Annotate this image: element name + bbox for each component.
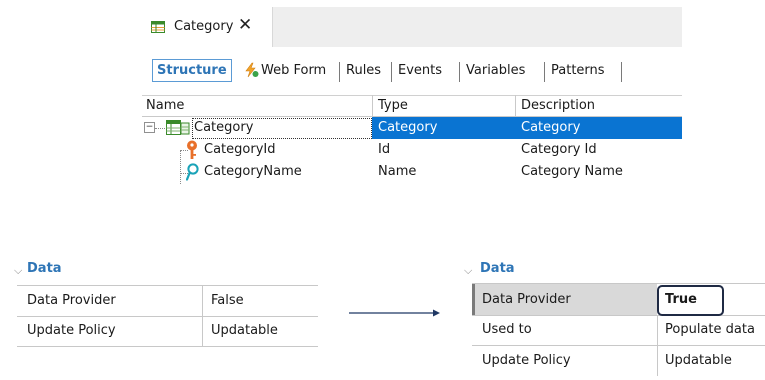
property-name: Update Policy	[27, 323, 116, 338]
column-header-description[interactable]: Description	[521, 98, 595, 113]
document-tab-category[interactable]: Category ✕	[142, 7, 273, 47]
table-row[interactable]: CategoryId Id Category Id	[142, 139, 682, 161]
collapse-icon[interactable]: −	[144, 122, 155, 133]
webform-icon	[245, 62, 259, 78]
tab-structure[interactable]: Structure	[152, 59, 232, 82]
cell-type[interactable]: Category	[378, 120, 437, 135]
property-name: Used to	[482, 322, 532, 337]
level-icon	[166, 120, 190, 135]
property-name: Data Provider	[27, 293, 116, 308]
property-value[interactable]: Updatable	[665, 353, 732, 368]
document-tabbar: Category ✕	[142, 7, 682, 47]
transaction-editor: Category ✕ Structure Web Form Rules Even…	[142, 7, 682, 207]
property-grid-after: Data Provider True Used to Populate data…	[472, 283, 765, 380]
document-tab-label: Category	[174, 19, 234, 34]
property-divider	[657, 315, 658, 345]
descriptor-attribute-icon	[186, 163, 199, 181]
tab-separator	[339, 62, 340, 82]
property-value[interactable]: True	[665, 292, 697, 307]
property-grid-before: Data Provider False Update Policy Updata…	[17, 285, 318, 347]
cell-type[interactable]: Name	[378, 164, 416, 179]
chevron-down-icon[interactable]: ⌵	[464, 264, 472, 278]
cell-name[interactable]: CategoryName	[204, 164, 302, 179]
tab-patterns[interactable]: Patterns	[551, 63, 605, 78]
editor-subtabs: Structure Web Form Rules Events Variable…	[142, 47, 682, 96]
column-divider[interactable]	[515, 95, 516, 116]
tab-variables[interactable]: Variables	[466, 63, 525, 78]
tab-separator	[621, 62, 622, 82]
property-divider	[202, 316, 203, 346]
section-title-data[interactable]: Data	[27, 261, 62, 276]
tab-web-form[interactable]: Web Form	[261, 63, 326, 78]
primary-key-icon	[187, 140, 197, 159]
table-row[interactable]: − Category Category Category	[142, 117, 682, 139]
cell-name[interactable]: Category	[194, 120, 253, 135]
transaction-table-icon	[151, 21, 165, 33]
arrow-right-icon	[349, 309, 440, 317]
cell-type[interactable]: Id	[378, 142, 390, 157]
tab-rules[interactable]: Rules	[346, 63, 381, 78]
table-row[interactable]: CategoryName Name Category Name	[142, 161, 682, 183]
tab-separator	[459, 62, 460, 82]
property-value[interactable]: Populate data	[665, 322, 755, 337]
tree-connector	[155, 128, 165, 129]
property-row[interactable]: Data Provider True	[472, 283, 765, 316]
property-value[interactable]: Updatable	[211, 323, 278, 338]
column-header-type[interactable]: Type	[378, 98, 408, 113]
cell-name[interactable]: CategoryId	[204, 142, 275, 157]
cell-description[interactable]: Category Id	[521, 142, 597, 157]
column-divider[interactable]	[372, 95, 373, 116]
property-row[interactable]: Used to Populate data	[472, 315, 765, 346]
cell-description[interactable]: Category	[521, 120, 580, 135]
column-header-name[interactable]: Name	[146, 98, 184, 113]
close-icon[interactable]: ✕	[238, 15, 252, 35]
property-divider	[202, 286, 203, 316]
property-value[interactable]: False	[211, 293, 244, 308]
chevron-down-icon[interactable]: ⌵	[14, 264, 22, 278]
property-name: Data Provider	[482, 292, 571, 307]
grid-header: Name Type Description	[142, 95, 682, 117]
property-row[interactable]: Data Provider False	[17, 285, 318, 317]
property-row[interactable]: Update Policy Updatable	[17, 316, 318, 347]
tab-separator	[544, 62, 545, 82]
property-divider	[657, 346, 658, 376]
property-name: Update Policy	[482, 353, 571, 368]
tab-events[interactable]: Events	[398, 63, 442, 78]
property-row[interactable]: Update Policy Updatable	[472, 346, 765, 376]
tab-separator	[391, 62, 392, 82]
cell-description[interactable]: Category Name	[521, 164, 623, 179]
section-title-data[interactable]: Data	[480, 261, 515, 276]
structure-grid: Name Type Description − Category Categor…	[142, 95, 682, 207]
